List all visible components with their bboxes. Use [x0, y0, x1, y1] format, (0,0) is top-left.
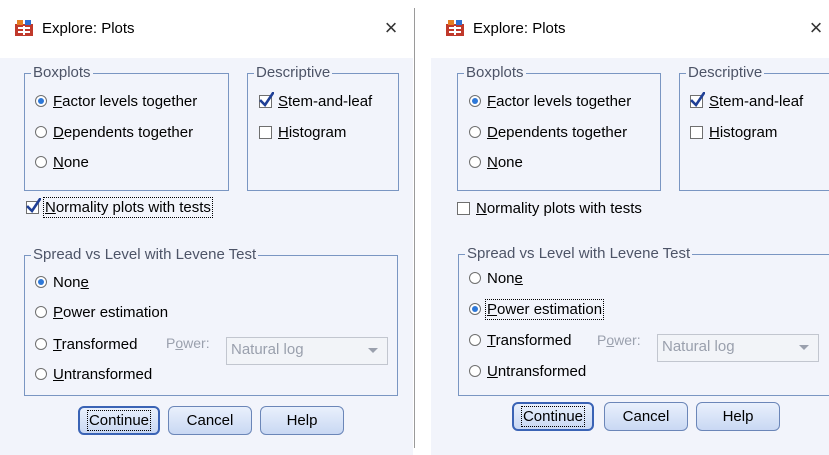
checkbox-stem-and-leaf[interactable]: Stem-and-leaf — [690, 91, 803, 110]
cancel-button[interactable]: Cancel — [168, 406, 252, 435]
dialog-title: Explore: Plots — [42, 20, 135, 37]
radio-factor-levels-together[interactable]: Factor levels together — [35, 92, 197, 110]
title-bar: Explore: Plots × — [0, 0, 413, 58]
help-button[interactable]: Help — [696, 402, 780, 431]
radio-power-estimation[interactable]: Power estimation — [469, 298, 605, 320]
checkmark-icon — [259, 91, 274, 107]
checkbox-indicator — [259, 91, 274, 108]
radio-power-estimation[interactable]: Power estimation — [35, 303, 168, 321]
spss-app-icon — [446, 20, 464, 36]
power-label: Power: — [166, 335, 210, 351]
power-dropdown-value: Natural log — [662, 338, 735, 355]
close-icon: × — [384, 15, 398, 40]
checkbox-indicator — [457, 201, 470, 215]
radio-untransformed[interactable]: Untransformed — [469, 362, 586, 380]
radio-indicator — [469, 95, 481, 107]
power-dropdown-value: Natural log — [231, 341, 304, 358]
close-button[interactable]: × — [803, 14, 829, 42]
radio-boxplots-none[interactable]: None — [35, 153, 89, 171]
cancel-button[interactable]: Cancel — [604, 402, 688, 431]
descriptive-legend: Descriptive — [254, 64, 333, 81]
title-bar: Explore: Plots × — [431, 0, 829, 58]
checkbox-histogram[interactable]: Histogram — [690, 123, 777, 141]
boxplots-legend: Boxplots — [31, 64, 93, 81]
radio-indicator — [35, 156, 47, 168]
continue-button[interactable]: Continue — [78, 406, 160, 435]
power-label: Power: — [597, 332, 641, 348]
checkbox-indicator — [690, 91, 705, 108]
power-dropdown[interactable]: Natural log — [657, 334, 819, 362]
checkbox-indicator — [690, 125, 703, 139]
boxplots-legend: Boxplots — [464, 64, 526, 81]
radio-spread-none[interactable]: None — [469, 269, 523, 287]
divider-line — [414, 8, 415, 448]
checkbox-indicator — [259, 125, 272, 139]
radio-dependents-together[interactable]: Dependents together — [469, 123, 627, 141]
radio-transformed[interactable]: Transformed — [35, 335, 137, 353]
radio-spread-none[interactable]: None — [35, 273, 89, 291]
spss-app-icon — [15, 20, 33, 36]
radio-indicator — [35, 368, 47, 380]
radio-indicator — [35, 276, 47, 288]
dialog-title: Explore: Plots — [473, 20, 566, 37]
radio-dependents-together[interactable]: Dependents together — [35, 123, 193, 141]
radio-indicator — [35, 338, 47, 350]
radio-untransformed[interactable]: Untransformed — [35, 365, 152, 383]
radio-indicator — [469, 365, 481, 377]
checkmark-icon — [26, 197, 41, 213]
radio-indicator — [35, 95, 47, 107]
radio-indicator — [469, 272, 481, 284]
radio-boxplots-none[interactable]: None — [469, 153, 523, 171]
spread-vs-level-legend: Spread vs Level with Levene Test — [465, 245, 693, 262]
radio-indicator — [469, 303, 481, 315]
spread-vs-level-legend: Spread vs Level with Levene Test — [31, 246, 259, 263]
close-button[interactable]: × — [378, 14, 404, 42]
continue-button[interactable]: Continue — [512, 402, 594, 431]
help-button[interactable]: Help — [260, 406, 344, 435]
radio-indicator — [35, 126, 47, 138]
power-dropdown[interactable]: Natural log — [226, 337, 388, 365]
checkmark-icon — [690, 91, 705, 107]
radio-indicator — [469, 156, 481, 168]
checkbox-normality-plots[interactable]: Normality plots with tests — [26, 196, 213, 218]
screenshot-divider — [413, 0, 431, 455]
chevron-down-icon — [368, 348, 378, 353]
checkbox-stem-and-leaf[interactable]: Stem-and-leaf — [259, 91, 372, 110]
radio-indicator — [469, 334, 481, 346]
close-icon: × — [809, 15, 823, 40]
chevron-down-icon — [799, 345, 809, 350]
radio-indicator — [35, 306, 47, 318]
checkbox-histogram[interactable]: Histogram — [259, 123, 346, 141]
checkbox-indicator — [26, 197, 41, 214]
radio-transformed[interactable]: Transformed — [469, 331, 571, 349]
explore-plots-dialog-left: Explore: Plots × Boxplots Descriptive Sp… — [0, 0, 413, 455]
radio-factor-levels-together[interactable]: Factor levels together — [469, 92, 631, 110]
explore-plots-dialog-right: Explore: Plots × Boxplots Descriptive Sp… — [431, 0, 829, 455]
checkbox-normality-plots[interactable]: Normality plots with tests — [457, 199, 642, 217]
radio-indicator — [469, 126, 481, 138]
descriptive-legend: Descriptive — [686, 64, 765, 81]
